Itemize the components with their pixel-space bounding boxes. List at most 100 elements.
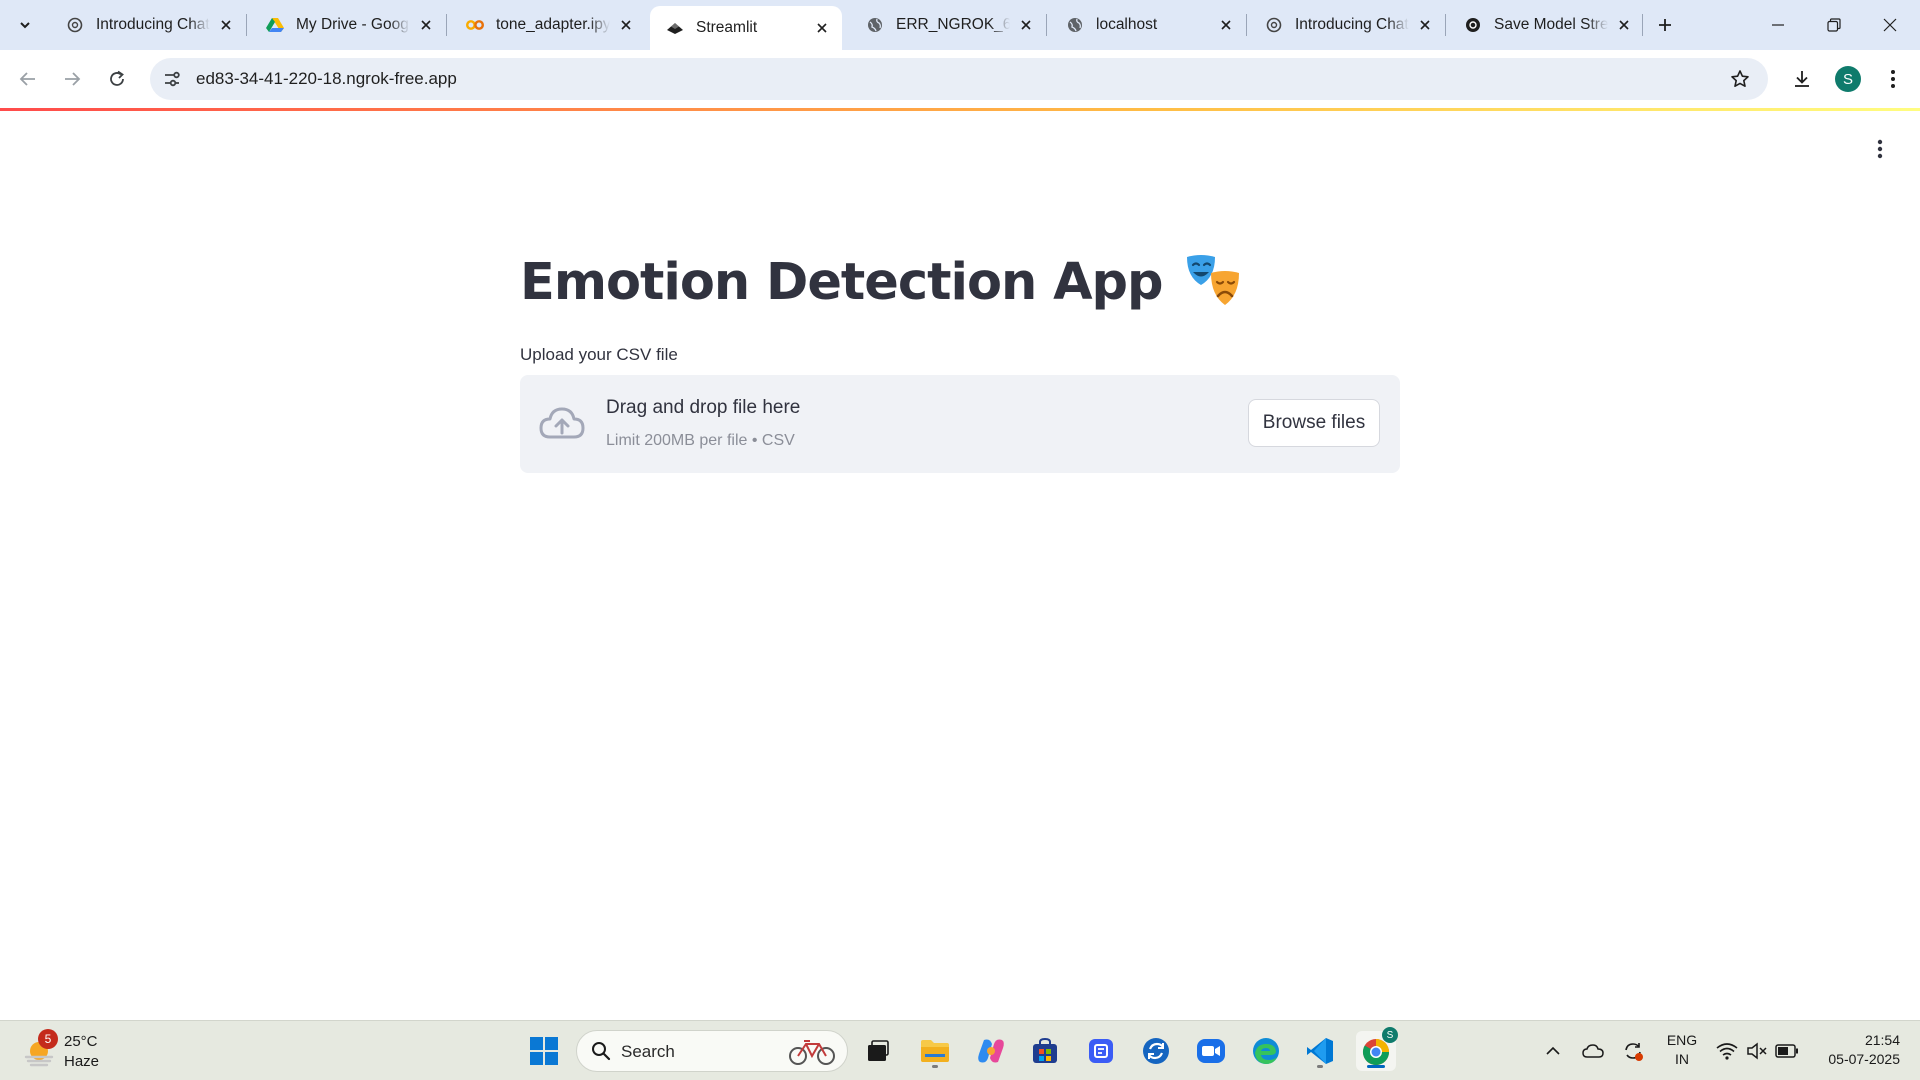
forward-button[interactable]: [56, 63, 88, 95]
url-text[interactable]: ed83-34-41-220-18.ngrok-free.app: [196, 69, 457, 89]
google-drive-icon: [266, 16, 284, 34]
tab-search-button[interactable]: [10, 10, 40, 40]
globe-icon: [866, 16, 884, 34]
tab-streamlit[interactable]: Streamlit: [650, 6, 842, 50]
notification-badge: 5: [38, 1029, 58, 1049]
language-code: ENG: [1666, 1032, 1698, 1048]
sync-icon: [1625, 1043, 1643, 1061]
tab-title: Save Model Streamlit: [1494, 16, 1608, 33]
openai-icon: [1265, 16, 1283, 34]
copilot-icon: [978, 1039, 1004, 1063]
tab-separator: [1046, 14, 1047, 36]
profile-button[interactable]: S: [1832, 63, 1864, 95]
edge-icon: [1253, 1038, 1279, 1064]
weather-condition: Haze: [64, 1053, 100, 1070]
arrow-right-icon: [65, 72, 81, 86]
tab-tone-adapter[interactable]: tone_adapter.ipynb: [450, 6, 646, 44]
minimize-button[interactable]: [1750, 0, 1806, 50]
tab-introducing-chatgpt[interactable]: Introducing ChatGPT: [50, 6, 246, 44]
show-hidden-icons-button[interactable]: [1538, 1035, 1568, 1067]
task-view-button[interactable]: [858, 1031, 898, 1071]
vscode-icon: [1307, 1038, 1333, 1064]
close-icon[interactable]: [812, 18, 832, 38]
close-window-button[interactable]: [1862, 0, 1918, 50]
close-icon[interactable]: [1614, 15, 1634, 35]
close-icon[interactable]: [1016, 15, 1036, 35]
site-info-icon[interactable]: [160, 67, 184, 91]
battery-icon: [1775, 1044, 1798, 1058]
page-title-text: Emotion Detection App: [520, 252, 1164, 312]
taskbar-sync-app[interactable]: [1136, 1031, 1176, 1071]
tab-my-drive[interactable]: My Drive - Google Drive: [250, 6, 446, 44]
bicycle-icon: [789, 1040, 835, 1065]
close-icon: [1883, 18, 1897, 32]
colab-icon: [466, 16, 484, 34]
bookmark-star-icon[interactable]: [1728, 67, 1752, 91]
weather-widget[interactable]: 5 25°C Haze: [20, 1029, 130, 1073]
taskbar-search-box[interactable]: Search: [576, 1030, 848, 1072]
sync-app-icon: [1143, 1038, 1169, 1064]
minimize-icon: [1772, 24, 1784, 26]
arrow-left-icon: [19, 72, 35, 86]
tab-title: Streamlit: [696, 19, 758, 36]
taskbar-vscode[interactable]: [1300, 1031, 1340, 1071]
taskbar-edge[interactable]: [1246, 1031, 1286, 1071]
windows-taskbar: 5 25°C Haze Search S ENG IN 21:54 05-07-…: [0, 1020, 1920, 1080]
input-language-indicator[interactable]: ENG IN: [1662, 1031, 1702, 1069]
taskbar-zoom[interactable]: [1191, 1031, 1231, 1071]
onedrive-tray-button[interactable]: [1578, 1035, 1608, 1067]
close-icon[interactable]: [216, 15, 236, 35]
close-icon[interactable]: [1415, 15, 1435, 35]
tab-title: My Drive - Google Drive: [296, 16, 410, 33]
tab-separator: [246, 14, 247, 36]
wifi-tray-button[interactable]: [1712, 1035, 1742, 1067]
taskbar-file-explorer[interactable]: [915, 1031, 955, 1071]
openai-icon: [66, 16, 84, 34]
taskbar-teams-chat[interactable]: [1081, 1031, 1121, 1071]
start-button[interactable]: [524, 1031, 564, 1071]
chat-icon: [1089, 1039, 1113, 1063]
battery-tray-button[interactable]: [1772, 1035, 1802, 1067]
active-indicator: [1367, 1065, 1385, 1068]
taskbar-chrome[interactable]: S: [1356, 1027, 1398, 1071]
tab-localhost[interactable]: localhost: [1050, 6, 1246, 44]
browser-toolbar: ed83-34-41-220-18.ngrok-free.app S: [0, 50, 1920, 108]
close-icon[interactable]: [416, 15, 436, 35]
browse-files-button[interactable]: Browse files: [1248, 399, 1380, 447]
browser-menu-button[interactable]: [1877, 63, 1909, 95]
streamlit-icon: [666, 19, 684, 37]
file-dropzone[interactable]: Drag and drop file here Limit 200MB per …: [520, 375, 1400, 473]
close-icon[interactable]: [616, 15, 636, 35]
downloads-button[interactable]: [1786, 63, 1818, 95]
tab-introducing-chatgpt-2[interactable]: Introducing ChatGPT: [1249, 6, 1445, 44]
tab-separator: [1246, 14, 1247, 36]
taskbar-clock[interactable]: 21:54 05-07-2025: [1810, 1031, 1900, 1069]
cloud-upload-icon: [539, 407, 585, 439]
tab-title: tone_adapter.ipynb: [496, 16, 610, 33]
taskbar-microsoft-store[interactable]: [1025, 1031, 1065, 1071]
app-main-menu-button[interactable]: [1866, 135, 1894, 163]
tab-separator: [1642, 14, 1643, 36]
more-vertical-icon: [1877, 139, 1883, 159]
back-button[interactable]: [12, 63, 44, 95]
tab-err-ngrok[interactable]: ERR_NGROK_6024: [850, 6, 1046, 44]
volume-tray-button[interactable]: [1742, 1035, 1772, 1067]
video-camera-icon: [1197, 1039, 1225, 1063]
restore-button[interactable]: [1806, 0, 1862, 50]
reload-button[interactable]: [101, 63, 133, 95]
wifi-icon: [1716, 1043, 1738, 1060]
task-view-icon: [868, 1040, 889, 1061]
address-bar[interactable]: ed83-34-41-220-18.ngrok-free.app: [150, 58, 1768, 100]
sync-tray-button[interactable]: [1618, 1035, 1648, 1067]
taskbar-copilot[interactable]: [971, 1031, 1011, 1071]
browser-tabstrip: Introducing ChatGPT My Drive - Google Dr…: [0, 0, 1920, 50]
tab-separator: [1445, 14, 1446, 36]
tab-save-model[interactable]: Save Model Streamlit: [1448, 6, 1644, 44]
running-indicator: [1317, 1065, 1323, 1068]
dropzone-instructions: Drag and drop file here: [606, 397, 801, 418]
close-icon[interactable]: [1216, 15, 1236, 35]
new-tab-button[interactable]: [1650, 10, 1680, 40]
performing-arts-masks-icon: [1183, 251, 1245, 313]
avatar: S: [1835, 66, 1861, 92]
chevron-down-icon: [20, 22, 30, 29]
